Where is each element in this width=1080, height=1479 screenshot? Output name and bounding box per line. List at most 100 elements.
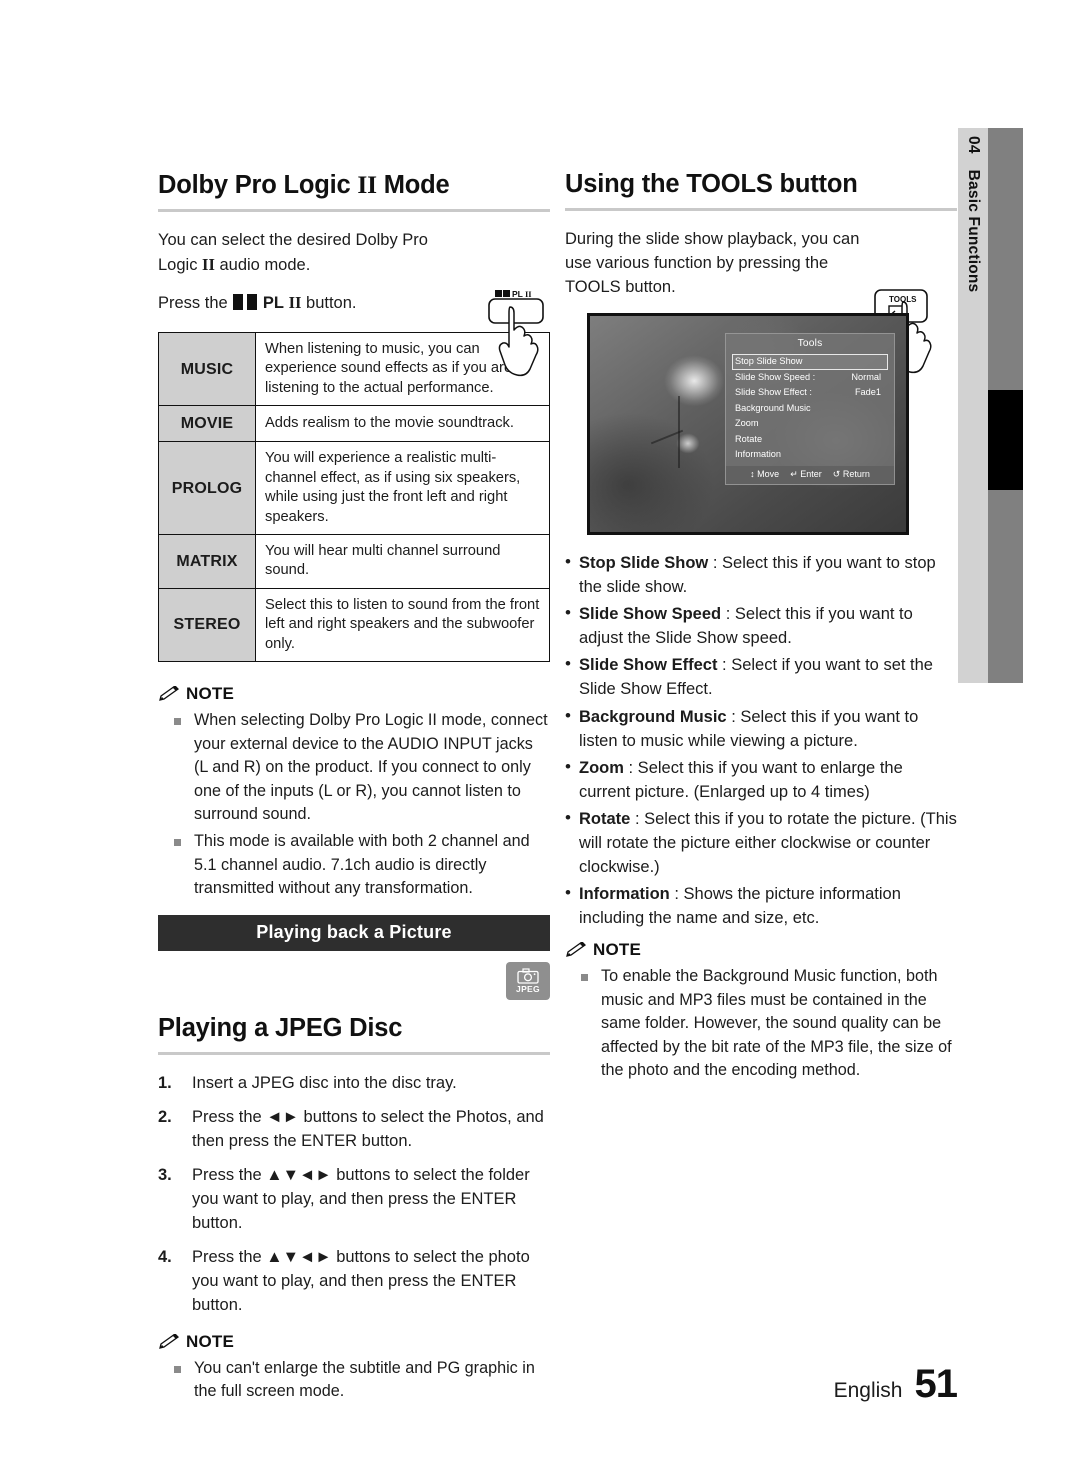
note-heading: NOTE [158, 684, 550, 704]
plii-button-illustration: PL II [486, 287, 560, 382]
section-title-text: Dolby Pro Logic [158, 171, 351, 199]
pencil-icon [158, 686, 180, 702]
option-term: Rotate [579, 809, 631, 828]
list-item: Zoom : Select this if you want to enlarg… [565, 755, 957, 804]
menu-item-information[interactable]: Information [732, 447, 888, 463]
table-row: MATRIX You will hear multi channel surro… [158, 534, 550, 589]
press-plii-instruction: Press the PL II button. [158, 291, 478, 319]
list-item: Slide Show Effect : Select if you want t… [565, 652, 957, 701]
up-down-arrow-icon: ↕ [750, 469, 755, 480]
list-item: Rotate : Select this if you to rotate th… [565, 806, 957, 879]
page-footer: English 51 [833, 1362, 958, 1407]
table-row: STEREO Select this to listen to sound fr… [158, 587, 550, 663]
tools-menu-title: Tools [797, 338, 823, 350]
step-text: Press the ▲▼◄► buttons to select the pho… [192, 1247, 530, 1314]
manual-page: 04 Basic Functions Dolby Pro Logic II Mo… [0, 0, 1080, 1479]
edge-bar-gray-top [988, 128, 1023, 390]
menu-item-label: Slide Show Effect : [735, 387, 812, 398]
mode-desc-cell: You will experience a realistic multi-ch… [255, 441, 550, 536]
enter-arrow-icon: ↵ [790, 469, 798, 480]
chapter-tab-text: 04 Basic Functions [958, 128, 988, 683]
media-badge-row: JPEG [158, 961, 550, 1000]
option-term: Information [579, 885, 670, 904]
note-list: When selecting Dolby Pro Logic II mode, … [158, 709, 550, 901]
mode-name-cell: MUSIC [158, 332, 256, 407]
option-term: Zoom [579, 758, 624, 777]
list-item: Information : Shows the picture informat… [565, 881, 957, 930]
return-label: Return [842, 469, 870, 480]
menu-item-label: Zoom [735, 418, 759, 429]
mode-desc-cell: You will hear multi channel surround sou… [255, 534, 550, 589]
title-rule [565, 208, 957, 212]
menu-item-label: Rotate [735, 433, 763, 444]
intro-line-1: You can select the desired Dolby Pro [158, 231, 428, 250]
tools-menu-panel[interactable]: Tools Stop Slide Show Slide Show Speed :… [725, 333, 895, 486]
menu-item-value [881, 403, 885, 415]
footer-language: English [833, 1379, 903, 1402]
list-item: 1. Insert a JPEG disc into the disc tray… [158, 1072, 550, 1096]
svg-text:II: II [525, 289, 532, 299]
roman-numeral-two: II [202, 255, 215, 275]
pencil-icon [565, 942, 587, 958]
chapter-label: Basic Functions [965, 169, 982, 293]
menu-item-zoom[interactable]: Zoom [732, 416, 888, 432]
return-arrow-icon: ↺ [832, 469, 841, 480]
roman-numeral-two: II [357, 170, 377, 199]
page-title-dolby: Dolby Pro Logic II Mode [158, 170, 550, 200]
menu-item-value [881, 449, 885, 461]
menu-item-slide-show-effect[interactable]: Slide Show Effect : Fade1 [732, 385, 888, 401]
tv-screenshot-tools-menu: Tools Stop Slide Show Slide Show Speed :… [587, 313, 909, 536]
option-term: Stop Slide Show [579, 554, 709, 573]
tools-intro-text: During the slide show playback, you can … [565, 230, 860, 297]
mode-name-cell: STEREO [158, 587, 256, 663]
note-label: NOTE [186, 684, 235, 704]
jpeg-media-badge: JPEG [506, 961, 550, 1000]
menu-item-label: Background Music [735, 402, 811, 413]
note-block-tools: NOTE To enable the Background Music func… [565, 940, 957, 1082]
menu-item-rotate[interactable]: Rotate [732, 432, 888, 448]
option-term: Slide Show Speed [579, 605, 722, 624]
menu-item-stop-slide-show[interactable]: Stop Slide Show [732, 354, 888, 370]
mode-name-cell: PROLOG [158, 441, 256, 536]
option-desc: : Select this if you want to enlarge the… [579, 758, 903, 801]
press-button-label: PL [262, 294, 284, 313]
list-item: 4. Press the ▲▼◄► buttons to select the … [158, 1246, 550, 1318]
title-rule [158, 1052, 550, 1056]
right-column: Using the TOOLS button During the slide … [565, 170, 957, 1097]
section-title-suffix: Mode [383, 171, 450, 199]
page-title-tools: Using the TOOLS button [565, 170, 858, 198]
mode-name-cell: MATRIX [158, 534, 256, 589]
step-number: 4. [158, 1247, 172, 1266]
chapter-number: 04 [965, 136, 982, 154]
note-label: NOTE [593, 940, 642, 960]
svg-text:PL: PL [512, 289, 523, 299]
menu-item-background-music[interactable]: Background Music [732, 401, 888, 417]
chapter-tab: 04 Basic Functions [958, 128, 988, 683]
note-block-jpeg: NOTE You can't enlarge the subtitle and … [158, 1332, 550, 1404]
enter-label: Enter [800, 469, 822, 480]
menu-item-slide-show-speed[interactable]: Slide Show Speed : Normal [732, 370, 888, 386]
step-text: Press the ▲▼◄► buttons to select the fol… [192, 1166, 530, 1232]
press-prefix: Press the [158, 294, 228, 313]
dolby-intro-paragraph: You can select the desired Dolby Pro Log… [158, 229, 458, 278]
table-row: MOVIE Adds realism to the movie soundtra… [158, 405, 550, 443]
menu-item-label: Information [735, 449, 781, 460]
intro-logic-word: Logic [158, 256, 198, 275]
camera-icon [517, 968, 539, 984]
roman-numeral-two: II [288, 293, 302, 313]
menu-item-label: Slide Show Speed : [735, 371, 816, 382]
mode-name-cell: MOVIE [158, 405, 256, 443]
left-column: Dolby Pro Logic II Mode You can select t… [158, 170, 550, 1418]
list-item: Stop Slide Show : Select this if you wan… [565, 550, 957, 599]
jpeg-badge-label: JPEG [516, 984, 540, 995]
step-number: 2. [158, 1108, 172, 1127]
footer-page-number: 51 [914, 1362, 958, 1406]
list-item: 3. Press the ▲▼◄► buttons to select the … [158, 1164, 550, 1236]
note-heading: NOTE [158, 1332, 550, 1352]
table-row: PROLOG You will experience a realistic m… [158, 441, 550, 536]
step-text: Insert a JPEG disc into the disc tray. [192, 1074, 457, 1093]
tools-intro-paragraph: During the slide show playback, you can … [565, 228, 865, 300]
page-title-jpeg: Playing a JPEG Disc [158, 1013, 403, 1042]
menu-item-value [881, 418, 885, 430]
tools-options-list: Stop Slide Show : Select this if you wan… [565, 550, 957, 930]
